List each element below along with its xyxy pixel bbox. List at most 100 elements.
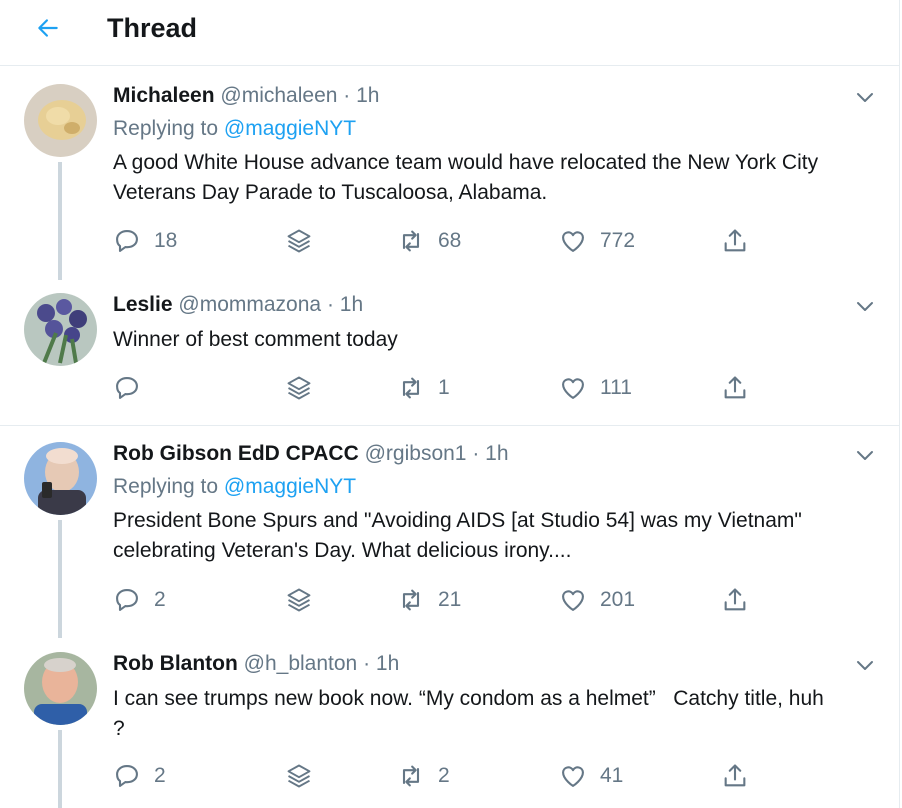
author-handle[interactable]: @rgibson1 (365, 442, 467, 465)
retweet-icon (402, 230, 420, 252)
retweet-button[interactable]: 2 (397, 758, 450, 794)
thread-panel: Thread Michaleen @michaleen · 1h Replyin… (0, 0, 900, 808)
timestamp[interactable]: 1h (340, 293, 363, 316)
heart-icon (562, 766, 584, 787)
thread-header: Thread (0, 0, 900, 66)
avatar[interactable] (24, 442, 97, 515)
like-count: 201 (600, 588, 636, 611)
heart-icon (562, 378, 584, 399)
retweet-icon (402, 589, 420, 611)
author-name[interactable]: Leslie (113, 293, 173, 316)
author-name[interactable]: Michaleen (113, 84, 215, 107)
avatar-image-rob-gibson (24, 442, 97, 515)
back-button[interactable] (30, 12, 66, 44)
retweet-button[interactable]: 68 (397, 223, 461, 259)
tweet-actions: 2 21 201 (0, 582, 900, 618)
author-handle[interactable]: @h_blanton (244, 652, 358, 675)
arrow-left-icon (38, 19, 58, 37)
separator-dot: · (326, 293, 334, 316)
tweet-header: Michaleen @michaleen · 1h (113, 84, 379, 108)
timestamp[interactable]: 1h (356, 84, 379, 107)
reply-icon (116, 230, 138, 252)
layers-icon (287, 229, 311, 253)
share-icon (724, 588, 746, 611)
reply-icon (116, 377, 138, 399)
reply-button[interactable]: 2 (113, 758, 166, 794)
layers-icon (287, 764, 311, 788)
retweet-icon (402, 377, 420, 399)
tweet-header: Rob Blanton @h_blanton · 1h (113, 652, 399, 676)
layers-button[interactable] (285, 582, 313, 618)
author-handle[interactable]: @michaleen (220, 84, 337, 107)
avatar-image-michaleen (24, 84, 97, 157)
thread-connector-line (58, 520, 62, 638)
retweet-icon (402, 765, 420, 787)
tweet-actions: 18 68 772 (0, 223, 900, 259)
chevron-down-icon (857, 302, 873, 311)
reply-button[interactable]: 2 (113, 582, 166, 618)
reply-count: 18 (154, 229, 178, 252)
chevron-down-icon (857, 451, 873, 460)
separator-dot: · (472, 442, 480, 465)
share-button[interactable] (721, 370, 749, 406)
heart-icon (562, 590, 584, 611)
tweet-menu-button[interactable] (852, 446, 878, 466)
reply-icon (116, 589, 138, 611)
reply-count: 2 (154, 764, 166, 787)
tweet-actions: 2 2 41 (0, 758, 900, 794)
replying-to-link[interactable]: @maggieNYT (224, 475, 356, 498)
tweet-header: Rob Gibson EdD CPACC @rgibson1 · 1h (113, 442, 509, 466)
share-button[interactable] (721, 758, 749, 794)
share-button[interactable] (721, 223, 749, 259)
like-button[interactable]: 201 (559, 582, 635, 618)
avatar[interactable] (24, 652, 97, 725)
retweet-count: 1 (438, 376, 450, 399)
retweet-count: 68 (438, 229, 462, 252)
retweet-button[interactable]: 1 (397, 370, 450, 406)
share-icon (724, 229, 746, 252)
layers-button[interactable] (285, 758, 313, 794)
layers-icon (287, 588, 311, 612)
replying-to: Replying to @maggieNYT (113, 117, 356, 141)
tweet-menu-button[interactable] (852, 656, 878, 676)
author-name[interactable]: Rob Blanton (113, 652, 238, 675)
tweet-menu-button[interactable] (852, 297, 878, 317)
timestamp[interactable]: 1h (485, 442, 508, 465)
tweet-header: Leslie @mommazona · 1h (113, 293, 363, 317)
layers-button[interactable] (285, 370, 313, 406)
avatar-image-rob-blanton (24, 652, 97, 725)
share-icon (724, 764, 746, 787)
author-handle[interactable]: @mommazona (178, 293, 321, 316)
replying-to-link[interactable]: @maggieNYT (224, 117, 356, 140)
timestamp[interactable]: 1h (376, 652, 399, 675)
reply-count: 2 (154, 588, 166, 611)
avatar[interactable] (24, 293, 97, 366)
avatar[interactable] (24, 84, 97, 157)
page-title: Thread (107, 13, 198, 43)
reply-icon (116, 765, 138, 787)
share-icon (724, 376, 746, 399)
like-button[interactable]: 772 (559, 223, 635, 259)
like-count: 41 (600, 764, 624, 787)
like-button[interactable]: 41 (559, 758, 623, 794)
tweet-text: A good White House advance team would ha… (113, 151, 819, 204)
share-button[interactable] (721, 582, 749, 618)
retweet-count: 21 (438, 588, 462, 611)
tweet-actions: 1 111 (0, 370, 900, 406)
reply-button[interactable]: 18 (113, 223, 177, 259)
author-name[interactable]: Rob Gibson EdD CPACC (113, 442, 359, 465)
separator-dot: · (363, 652, 371, 675)
layers-button[interactable] (285, 223, 313, 259)
tweet-menu-button[interactable] (852, 88, 878, 108)
layers-icon (287, 376, 311, 400)
retweet-button[interactable]: 21 (397, 582, 461, 618)
tweet-text: President Bone Spurs and "Avoiding AIDS … (113, 509, 802, 562)
replying-to-label: Replying to (113, 475, 224, 498)
conversation-divider (0, 425, 900, 426)
replying-to-label: Replying to (113, 117, 224, 140)
reply-button[interactable] (113, 370, 141, 406)
tweet-text: Winner of best comment today (113, 328, 398, 351)
retweet-count: 2 (438, 764, 450, 787)
like-button[interactable]: 111 (559, 370, 632, 406)
like-count: 111 (600, 376, 632, 399)
